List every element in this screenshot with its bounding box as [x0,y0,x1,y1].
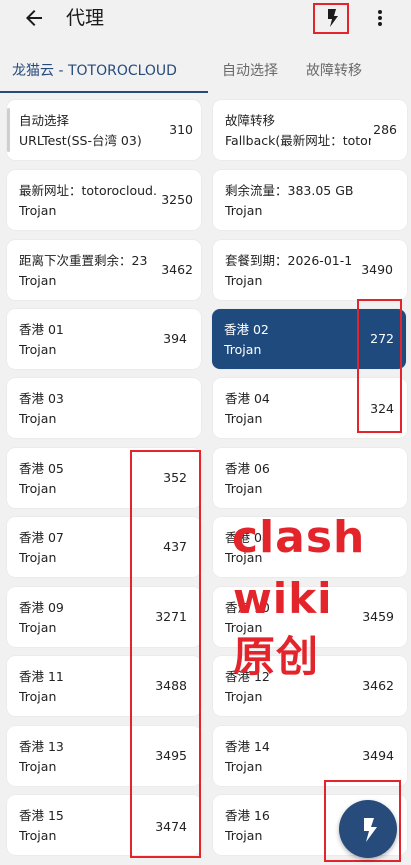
proxy-card[interactable]: 剩余流量：383.05 GB Trojan [213,170,407,230]
proxy-card[interactable]: 距离下次重置剩余：23 Trojan 3462 [7,240,201,300]
proxy-type: Trojan [225,273,263,288]
proxy-type: Trojan [19,411,57,426]
proxy-card[interactable]: 自动选择 URLTest(SS-台湾 03) 310 [7,100,201,160]
proxy-name: 香港 07 [19,530,64,545]
annotation-box-delays-right [357,299,402,433]
proxy-name: 故障转移 [225,113,276,128]
proxy-name: 香港 06 [225,461,270,476]
tab-totorocloud[interactable]: 龙猫云 - TOTOROCLOUD [12,62,177,80]
proxy-card[interactable]: 套餐到期：2026-01-1 Trojan 3490 [213,240,407,300]
proxy-type: Trojan [225,481,263,496]
proxy-type: Trojan [19,203,57,218]
proxy-type: Trojan [225,828,263,843]
proxy-card[interactable]: 香港 03 Trojan [7,378,201,438]
card-accent-bar [7,108,10,152]
back-button[interactable] [22,6,46,30]
proxy-card[interactable]: 香港 01 Trojan 394 [7,309,201,369]
proxy-group-tabs: 龙猫云 - TOTOROCLOUD 自动选择 故障转移 [0,50,411,94]
watermark-line-1: clash [232,512,366,563]
proxy-name: 最新网址：totorocloud. [19,183,157,198]
more-vertical-icon [378,10,382,26]
proxy-delay: 3459 [362,609,394,624]
proxy-name: 香港 03 [19,391,64,406]
proxy-type: URLTest(SS-台湾 03) [19,133,142,148]
tab-auto-select[interactable]: 自动选择 [222,62,278,80]
proxy-card[interactable]: 香港 06 Trojan [213,448,407,508]
more-options-button[interactable] [370,6,390,30]
arrow-left-icon [26,10,42,26]
proxy-card[interactable]: 故障转移 Fallback(最新网址：totor 286 [213,100,407,160]
watermark-line-3: 原创 [233,632,320,681]
proxy-type: Trojan [19,273,57,288]
page-title: 代理 [66,7,105,29]
watermark-line-2: wiki [233,574,333,623]
proxy-name: 剩余流量：383.05 GB [225,183,354,198]
proxy-name: 香港 16 [225,808,270,823]
tab-fallback[interactable]: 故障转移 [306,62,362,80]
proxy-delay: 3494 [362,748,394,763]
active-tab-indicator [0,91,208,93]
proxy-delay: 3490 [361,262,393,277]
proxy-name: 香港 11 [19,669,64,684]
proxy-name: 香港 02 [224,322,269,337]
proxy-name: 距离下次重置剩余：23 [19,253,148,268]
proxy-name: 香港 01 [19,322,64,337]
proxy-name: 香港 04 [225,391,270,406]
test-all-delay-fab[interactable] [339,800,397,858]
proxy-name: 香港 14 [225,739,270,754]
proxy-type: Trojan [225,411,263,426]
proxy-name: 自动选择 [19,113,70,128]
annotation-box-delays-left [130,450,201,858]
proxy-type: Trojan [225,203,263,218]
proxy-type: Trojan [19,481,57,496]
lightning-bolt-icon [364,818,377,842]
proxy-name: 香港 15 [19,808,64,823]
proxy-type: Fallback(最新网址：totor [225,133,371,148]
proxy-type: Trojan [19,828,57,843]
proxy-delay: 3462 [362,678,394,693]
proxy-type: Trojan [225,759,263,774]
proxy-name: 香港 13 [19,739,64,754]
proxy-delay: 310 [169,122,193,137]
proxy-name: 套餐到期：2026-01-1 [225,253,353,268]
proxy-type: Trojan [19,759,57,774]
proxy-type: Trojan [19,620,57,635]
proxy-type: Trojan [225,689,263,704]
annotation-box-bolt [313,3,349,34]
proxy-name: 香港 09 [19,600,64,615]
proxy-type: Trojan [224,342,262,357]
proxy-card[interactable]: 最新网址：totorocloud. Trojan 3250 [7,170,201,230]
proxy-type: Trojan [19,342,57,357]
proxy-type: Trojan [19,689,57,704]
top-app-bar: 代理 [0,0,411,38]
proxy-delay: 286 [373,122,397,137]
proxy-delay: 394 [163,331,187,346]
proxy-type: Trojan [19,550,57,565]
proxy-delay: 3462 [161,262,193,277]
proxy-name: 香港 05 [19,461,64,476]
proxy-card[interactable]: 香港 14 Trojan 3494 [213,726,407,786]
proxy-delay: 3250 [161,192,193,207]
